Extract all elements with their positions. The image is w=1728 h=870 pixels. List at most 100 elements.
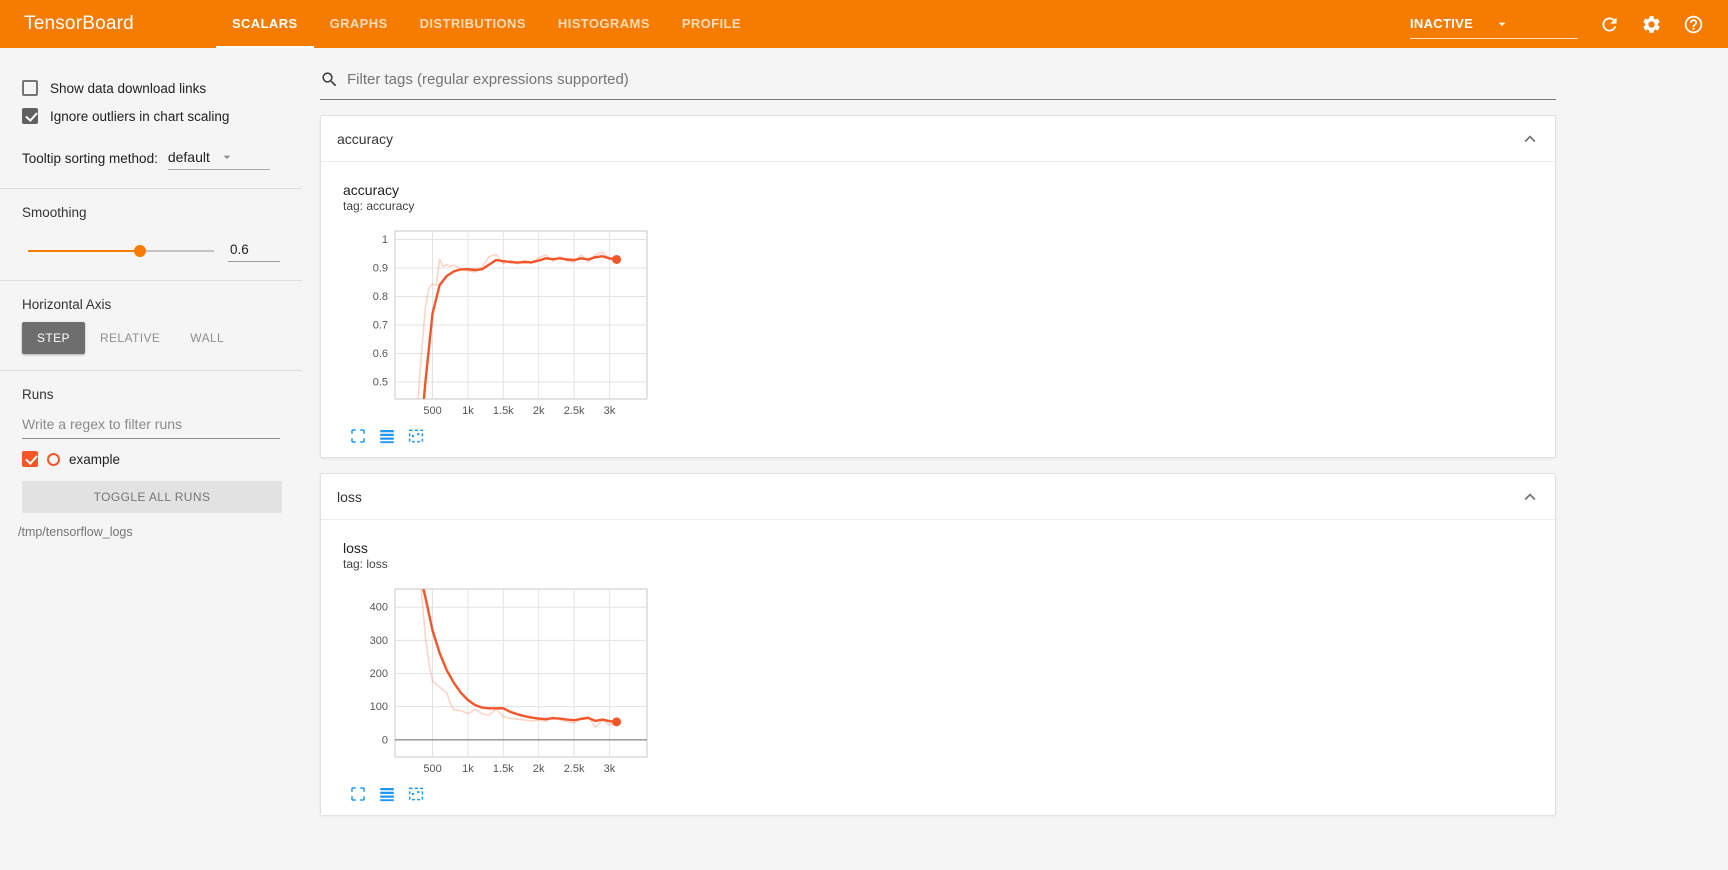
run-color-swatch-icon bbox=[47, 453, 60, 466]
smoothing-value-input[interactable]: 0.6 bbox=[228, 240, 280, 262]
horizontal-axis-section: Horizontal Axis STEP RELATIVE WALL bbox=[0, 280, 302, 370]
fit-domain-button[interactable] bbox=[407, 785, 425, 803]
run-item-example[interactable]: example bbox=[0, 439, 302, 471]
svg-text:2k: 2k bbox=[533, 763, 545, 775]
svg-text:3k: 3k bbox=[604, 763, 616, 775]
tooltip-sorting-dropdown[interactable]: default bbox=[168, 144, 270, 170]
help-icon bbox=[1683, 14, 1704, 35]
svg-text:1.5k: 1.5k bbox=[493, 763, 514, 775]
run-checkbox-icon[interactable] bbox=[22, 451, 38, 467]
run-name: example bbox=[69, 452, 120, 467]
svg-text:2.5k: 2.5k bbox=[564, 405, 585, 417]
slider-thumb-icon[interactable] bbox=[134, 245, 146, 257]
refresh-button[interactable] bbox=[1598, 13, 1620, 35]
toggle-y-axis-button[interactable] bbox=[378, 427, 396, 445]
tag-filter-input[interactable] bbox=[347, 71, 1556, 88]
svg-text:1.5k: 1.5k bbox=[493, 405, 514, 417]
svg-text:500: 500 bbox=[423, 405, 441, 417]
ignore-outliers-checkbox[interactable]: Ignore outliers in chart scaling bbox=[0, 102, 302, 130]
svg-text:0.5: 0.5 bbox=[373, 376, 388, 388]
settings-sidebar: Show data download links Ignore outliers… bbox=[0, 48, 302, 870]
loss-line-chart[interactable]: 5001k1.5k2k2.5k3k4003002001000 bbox=[343, 581, 657, 779]
tooltip-sorting-label: Tooltip sorting method: bbox=[22, 151, 158, 170]
svg-text:500: 500 bbox=[423, 763, 441, 775]
svg-text:1k: 1k bbox=[462, 763, 474, 775]
tooltip-sorting-row: Tooltip sorting method: default bbox=[0, 130, 302, 172]
chart-title: accuracy bbox=[343, 182, 1539, 198]
main-tabs: SCALARS GRAPHS DISTRIBUTIONS HISTOGRAMS … bbox=[216, 0, 757, 48]
card-accuracy-title: accuracy bbox=[337, 131, 1519, 147]
tab-graphs[interactable]: GRAPHS bbox=[314, 0, 404, 48]
chevron-up-icon[interactable] bbox=[1519, 128, 1541, 150]
svg-text:0.6: 0.6 bbox=[373, 348, 388, 360]
search-icon bbox=[320, 70, 339, 89]
svg-text:400: 400 bbox=[370, 602, 388, 614]
toggle-all-runs-button[interactable]: TOGGLE ALL RUNS bbox=[22, 481, 282, 513]
smoothing-slider[interactable] bbox=[28, 244, 214, 258]
horizontal-axis-label: Horizontal Axis bbox=[0, 297, 302, 312]
checkbox-unchecked-icon bbox=[22, 80, 38, 96]
tab-histograms[interactable]: HISTOGRAMS bbox=[542, 0, 666, 48]
svg-text:0.8: 0.8 bbox=[373, 291, 388, 303]
svg-text:0: 0 bbox=[382, 734, 388, 746]
horizontal-lines-icon bbox=[378, 427, 396, 445]
tab-profile[interactable]: PROFILE bbox=[666, 0, 757, 48]
expand-chart-button[interactable] bbox=[349, 427, 367, 445]
chevron-up-icon[interactable] bbox=[1519, 486, 1541, 508]
expand-chart-button[interactable] bbox=[349, 785, 367, 803]
gear-icon bbox=[1641, 14, 1662, 35]
chart-title: loss bbox=[343, 540, 1539, 556]
ignore-outliers-label: Ignore outliers in chart scaling bbox=[50, 109, 229, 124]
show-download-links-label: Show data download links bbox=[50, 81, 206, 96]
card-accuracy-header[interactable]: accuracy bbox=[321, 116, 1555, 162]
svg-text:1k: 1k bbox=[462, 405, 474, 417]
svg-text:100: 100 bbox=[370, 701, 388, 713]
card-loss-title: loss bbox=[337, 489, 1519, 505]
tag-filter-bar bbox=[320, 60, 1556, 100]
accuracy-line-chart[interactable]: 500 1k 1.5k 2k 2.5k 3k 1 0.9 0.8 0.7 0.6 0.5 bbox=[343, 223, 657, 421]
chart-toolbar bbox=[343, 427, 1539, 445]
fullscreen-icon bbox=[349, 785, 367, 803]
svg-text:200: 200 bbox=[370, 668, 388, 680]
log-directory-path: /tmp/tensorflow_logs bbox=[0, 513, 302, 539]
general-settings-section: Show data download links Ignore outliers… bbox=[0, 68, 302, 188]
status-dropdown-value: INACTIVE bbox=[1410, 16, 1494, 31]
header-actions: INACTIVE bbox=[1410, 0, 1704, 48]
runs-filter-input[interactable] bbox=[22, 412, 280, 439]
horizontal-lines-icon bbox=[378, 785, 396, 803]
axis-wall-button[interactable]: WALL bbox=[175, 322, 239, 354]
checkbox-checked-icon bbox=[22, 108, 38, 124]
chevron-down-icon bbox=[1494, 16, 1578, 32]
fit-domain-icon bbox=[407, 427, 425, 445]
runs-label: Runs bbox=[0, 387, 302, 402]
svg-text:3k: 3k bbox=[604, 405, 616, 417]
axis-relative-button[interactable]: RELATIVE bbox=[85, 322, 175, 354]
show-download-links-checkbox[interactable]: Show data download links bbox=[0, 74, 302, 102]
svg-text:2k: 2k bbox=[533, 405, 545, 417]
chart-toolbar bbox=[343, 785, 1539, 803]
app-header: TensorBoard SCALARS GRAPHS DISTRIBUTIONS… bbox=[0, 0, 1728, 48]
svg-text:1: 1 bbox=[382, 234, 388, 246]
card-loss-header[interactable]: loss bbox=[321, 474, 1555, 520]
fit-domain-button[interactable] bbox=[407, 427, 425, 445]
fullscreen-icon bbox=[349, 427, 367, 445]
svg-text:0.7: 0.7 bbox=[373, 319, 388, 331]
chevron-down-icon bbox=[219, 149, 270, 165]
chart-subtitle: tag: accuracy bbox=[343, 199, 1539, 213]
fit-domain-icon bbox=[407, 785, 425, 803]
refresh-icon bbox=[1599, 14, 1620, 35]
tooltip-sorting-value: default bbox=[168, 149, 219, 165]
help-button[interactable] bbox=[1682, 13, 1704, 35]
smoothing-label: Smoothing bbox=[0, 205, 302, 220]
card-accuracy: accuracy accuracy tag: accuracy 500 1k 1.5… bbox=[320, 115, 1556, 458]
toggle-y-axis-button[interactable] bbox=[378, 785, 396, 803]
svg-text:300: 300 bbox=[370, 635, 388, 647]
axis-step-button[interactable]: STEP bbox=[22, 322, 85, 354]
settings-button[interactable] bbox=[1640, 13, 1662, 35]
card-loss: loss loss tag: loss 5001k1.5k2k2.5k3k400… bbox=[320, 473, 1556, 816]
tab-distributions[interactable]: DISTRIBUTIONS bbox=[404, 0, 542, 48]
tab-scalars[interactable]: SCALARS bbox=[216, 0, 314, 48]
chart-subtitle: tag: loss bbox=[343, 557, 1539, 571]
svg-text:0.9: 0.9 bbox=[373, 263, 388, 275]
status-dropdown[interactable]: INACTIVE bbox=[1410, 9, 1578, 39]
